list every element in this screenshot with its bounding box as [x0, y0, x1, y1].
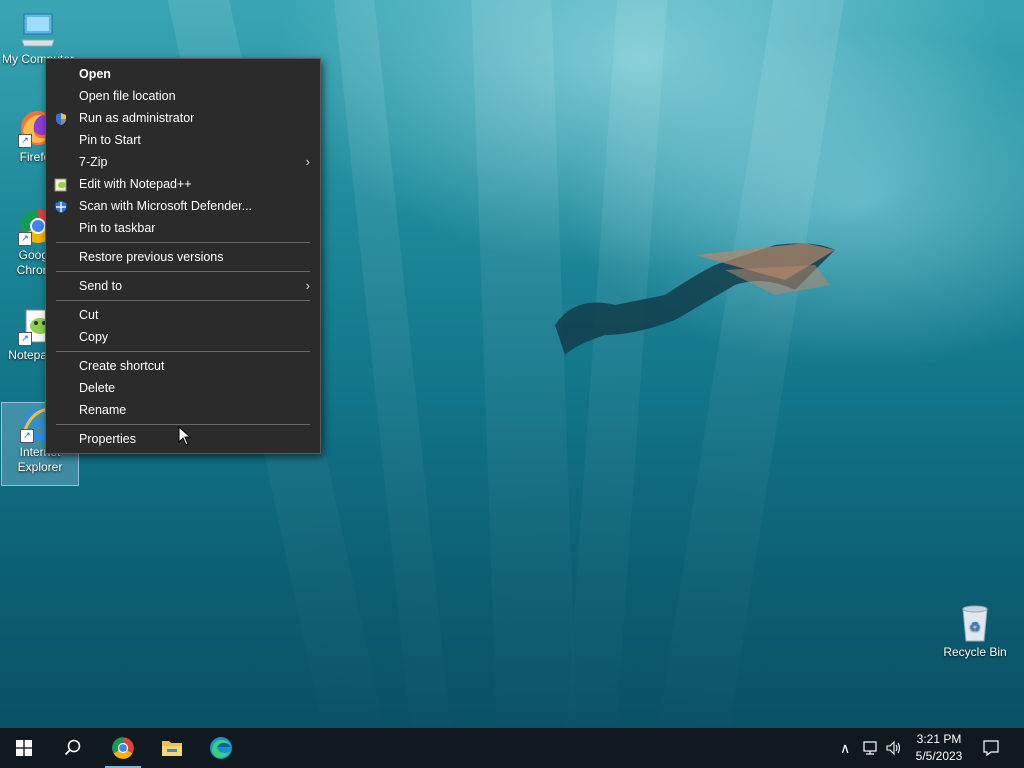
submenu-arrow-icon: › — [305, 154, 310, 169]
search-button[interactable] — [48, 728, 96, 768]
defender-icon — [54, 199, 68, 213]
clock-date: 5/5/2023 — [915, 749, 963, 763]
menu-item-open[interactable]: Open — [46, 63, 320, 85]
menu-item-copy[interactable]: Copy — [46, 326, 320, 348]
recycle-bin-icon: ♻ — [955, 603, 995, 643]
diver-illustration — [555, 243, 835, 355]
menu-separator — [56, 424, 310, 425]
menu-item-cut[interactable]: Cut — [46, 304, 320, 326]
chevron-up-icon[interactable]: ∧ — [840, 740, 850, 757]
menu-item-pin-to-taskbar[interactable]: Pin to taskbar — [46, 217, 320, 239]
menu-item-delete[interactable]: Delete — [46, 377, 320, 399]
menu-item-send-to[interactable]: Send to › — [46, 275, 320, 297]
start-button[interactable] — [0, 728, 48, 768]
menu-separator — [56, 351, 310, 352]
svg-text:♻: ♻ — [969, 620, 981, 635]
menu-separator — [56, 242, 310, 243]
submenu-arrow-icon: › — [305, 278, 310, 293]
uac-shield-icon — [54, 111, 68, 125]
notepadpp-icon — [54, 177, 68, 192]
menu-item-open-file-location[interactable]: Open file location — [46, 85, 320, 107]
menu-item-edit-with-notepadpp[interactable]: Edit with Notepad++ — [46, 173, 320, 195]
search-icon — [64, 739, 81, 756]
edge-icon — [210, 737, 232, 759]
menu-item-create-shortcut[interactable]: Create shortcut — [46, 355, 320, 377]
taskbar: ∧ 3:21 PM 5/5/2023 — [0, 728, 1024, 768]
chrome-icon — [112, 737, 134, 759]
context-menu: Open Open file location Run as administr… — [45, 58, 321, 454]
shortcut-arrow-icon: ↗ — [20, 429, 34, 443]
network-icon[interactable] — [863, 740, 879, 756]
volume-icon[interactable] — [886, 740, 902, 756]
clock-time: 3:21 PM — [916, 732, 962, 746]
taskbar-edge-button[interactable] — [197, 728, 245, 768]
desktop-icon-recycle-bin[interactable]: ♻ Recycle Bin — [937, 603, 1013, 660]
shortcut-arrow-icon: ↗ — [18, 134, 32, 148]
taskbar-chrome-button[interactable] — [99, 728, 147, 768]
taskbar-clock[interactable]: 3:21 PM 5/5/2023 — [906, 731, 972, 765]
menu-item-scan-with-defender[interactable]: Scan with Microsoft Defender... — [46, 195, 320, 217]
menu-item-run-as-administrator[interactable]: Run as administrator — [46, 107, 320, 129]
menu-item-pin-to-start[interactable]: Pin to Start — [46, 129, 320, 151]
taskbar-file-explorer-button[interactable] — [148, 728, 196, 768]
desktop-icon-label: Recycle Bin — [943, 645, 1007, 659]
menu-separator — [56, 271, 310, 272]
notification-icon[interactable] — [982, 739, 1000, 757]
computer-icon — [18, 10, 58, 50]
shortcut-arrow-icon: ↗ — [18, 232, 32, 246]
folder-icon — [162, 741, 182, 756]
shortcut-arrow-icon: ↗ — [18, 332, 32, 346]
windows-logo-icon — [16, 740, 32, 756]
mouse-cursor-icon — [178, 426, 192, 446]
menu-item-restore-previous-versions[interactable]: Restore previous versions — [46, 246, 320, 268]
menu-item-7zip[interactable]: 7-Zip › — [46, 151, 320, 173]
menu-item-rename[interactable]: Rename — [46, 399, 320, 421]
menu-separator — [56, 300, 310, 301]
